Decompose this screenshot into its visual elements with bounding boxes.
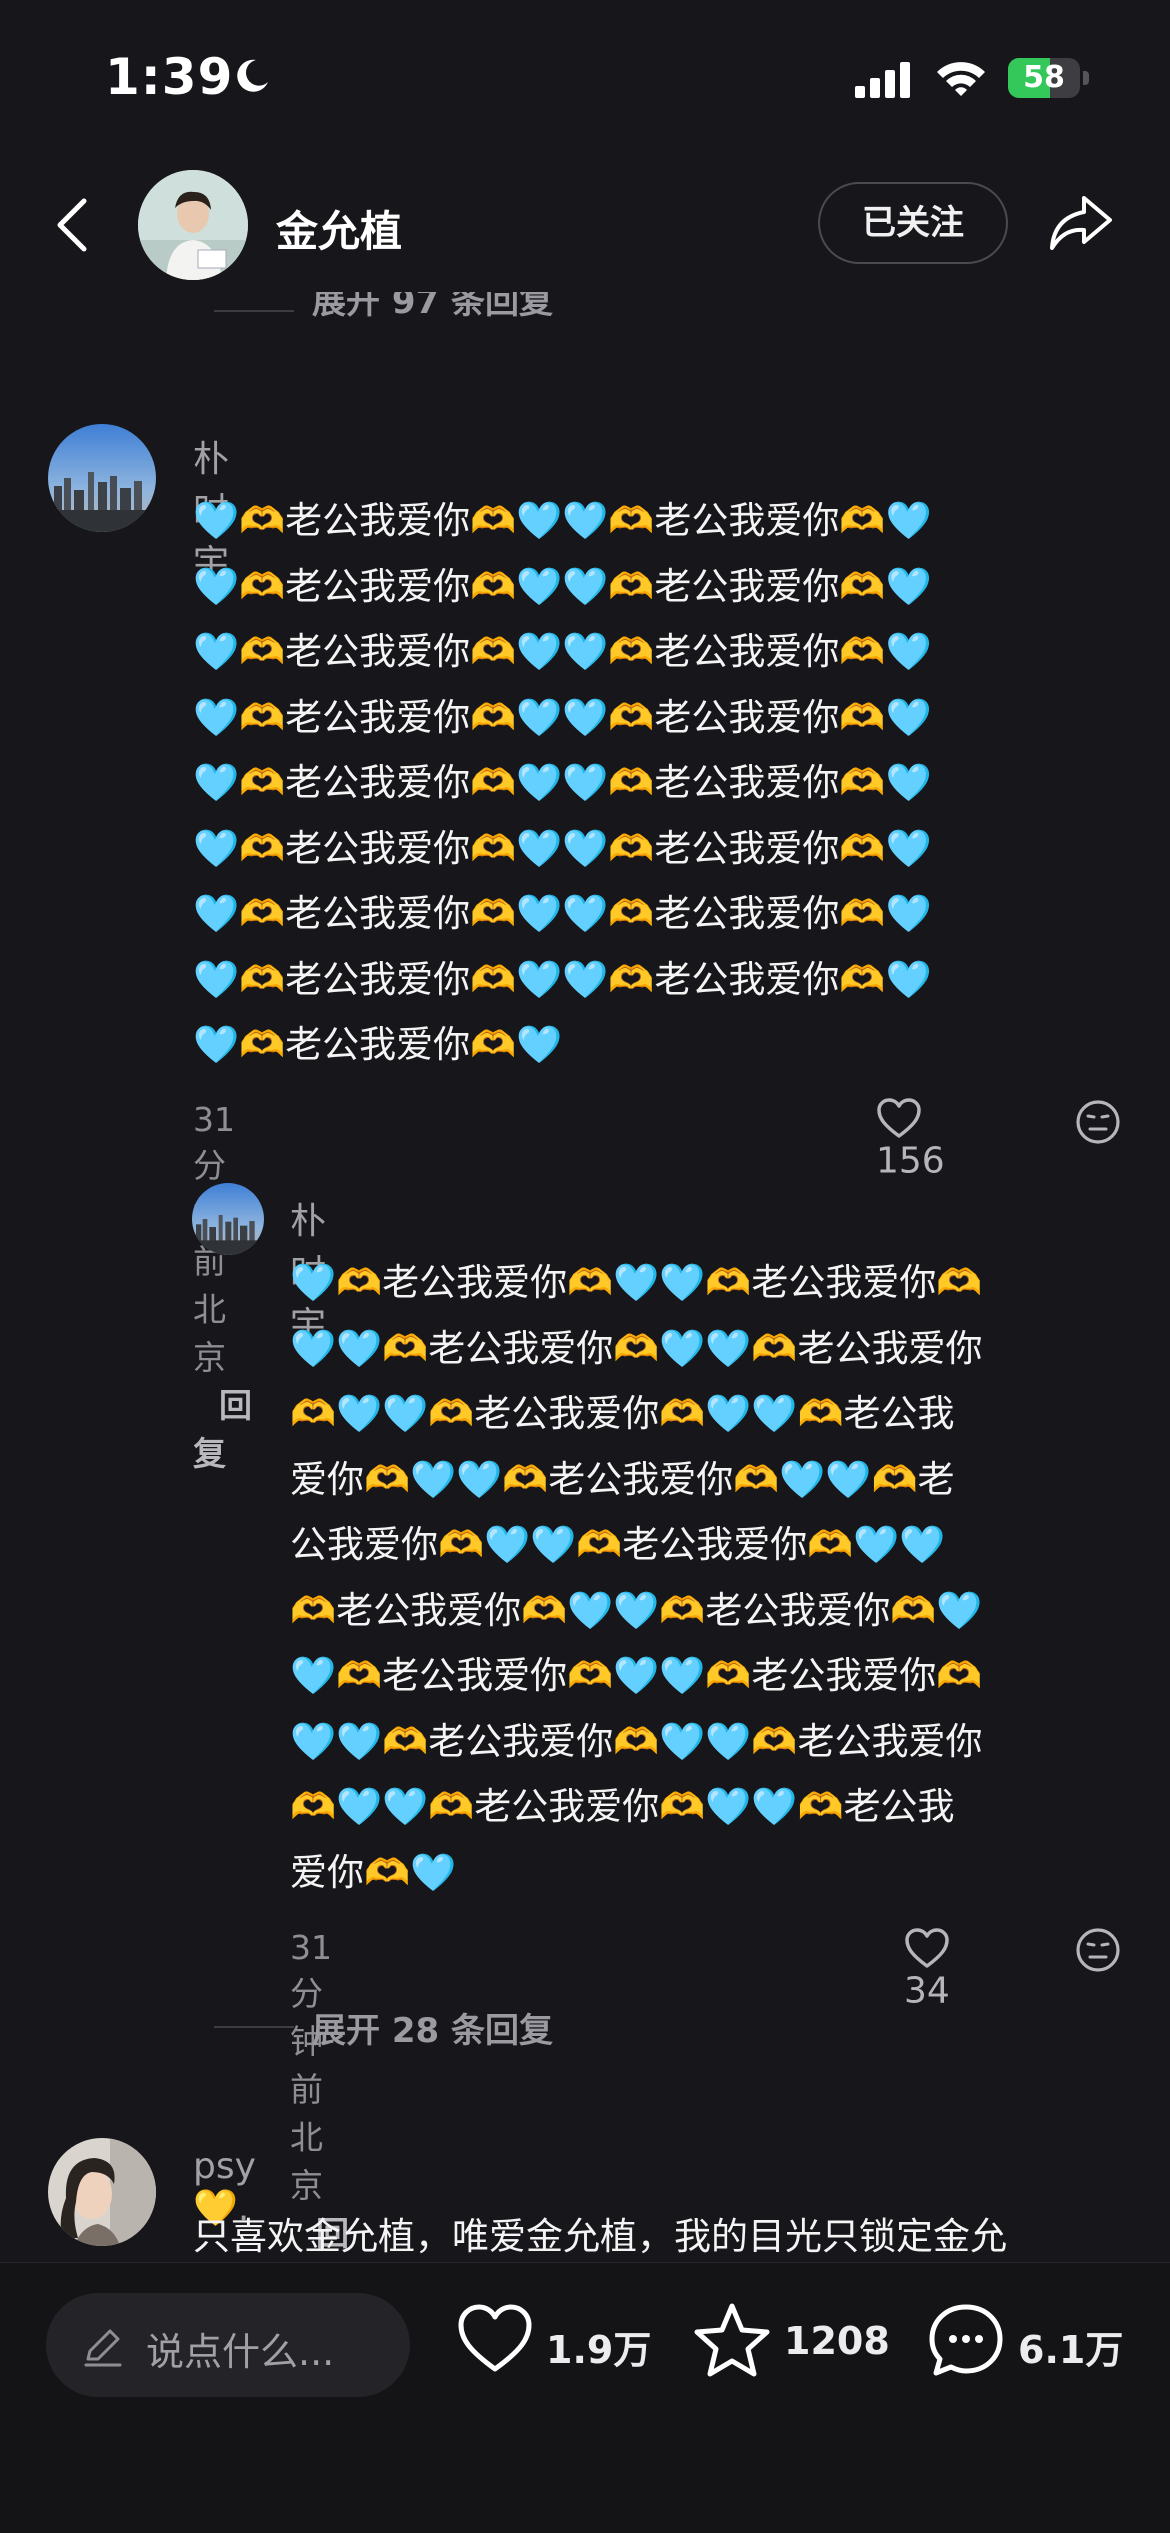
heart-icon bbox=[877, 1098, 921, 1138]
reply-button[interactable]: 回复 bbox=[193, 1386, 252, 1473]
share-icon[interactable] bbox=[1046, 192, 1116, 254]
comment-time-location: 31分钟前 北京 bbox=[290, 1928, 332, 2205]
comment-input[interactable]: 说点什么... bbox=[46, 2293, 410, 2397]
comment-line: 🩵🫶老公我爱你🫶🩵🩵🫶老公我爱你🫶🩵 bbox=[193, 826, 932, 870]
profile-name[interactable]: 金允植 bbox=[276, 198, 402, 259]
post-like-count: 1.9万 bbox=[546, 2328, 652, 2372]
following-button[interactable]: 已关注 bbox=[818, 182, 1008, 264]
comment-line: 爱你🫶🩵 bbox=[290, 1850, 457, 1894]
comment-line: 🩵🩵🫶老公我爱你🫶🩵🩵🫶老公我爱你 bbox=[290, 1719, 983, 1763]
comment-line: 🩵🫶老公我爱你🫶🩵 bbox=[193, 1023, 563, 1066]
comment-line: 🩵🫶老公我爱你🫶🩵🩵🫶老公我爱你🫶🩵 bbox=[193, 630, 932, 673]
comment-bubble-icon bbox=[929, 2304, 1003, 2376]
comment-line: 🩵🫶老公我爱你🫶🩵🩵🫶老公我爱你🫶🩵 bbox=[193, 957, 932, 1001]
back-icon[interactable] bbox=[50, 195, 96, 255]
comment-line: 🩵🫶老公我爱你🫶🩵🩵🫶老公我爱你🫶🩵 bbox=[193, 892, 932, 935]
comment-count: 6.1万 bbox=[1018, 2328, 1124, 2372]
favorite-count: 1208 bbox=[784, 2319, 890, 2363]
comment-text: 只喜欢金允植，唯爱金允植，我的目光只锁定金允 bbox=[193, 2204, 1113, 2270]
comment-text: 🩵🫶老公我爱你🫶🩵🩵🫶老公我爱你🫶🩵 🩵🫶老公我爱你🫶🩵🩵🫶老公我爱你🫶🩵 🩵🫶… bbox=[193, 488, 1113, 1078]
comment-line: 🩵🫶老公我爱你🫶🩵🩵🫶老公我爱你🫶 bbox=[290, 1654, 983, 1697]
status-time: 1:39 bbox=[105, 48, 234, 106]
wifi-icon bbox=[937, 62, 985, 96]
comment-line: 爱你🫶🩵🩵🫶老公我爱你🫶🩵🩵🫶老 bbox=[290, 1457, 955, 1501]
comment-line: 🩵🫶老公我爱你🫶🩵🩵🫶老公我爱你🫶🩵 bbox=[193, 564, 932, 608]
expand-replies-top[interactable]: 展开 97 条回复 bbox=[0, 292, 1170, 332]
comment-line: 🫶🩵🩵🫶老公我爱你🫶🩵🩵🫶老公我 bbox=[290, 1392, 955, 1435]
bottom-action-bar: 说点什么... 1.9万 1208 6.1万 bbox=[0, 2262, 1170, 2533]
star-icon bbox=[694, 2303, 770, 2377]
comments-button[interactable]: 6.1万 bbox=[926, 2301, 1146, 2381]
comment-line: 🫶老公我爱你🫶🩵🩵🫶老公我爱你🫶🩵 bbox=[290, 1588, 983, 1632]
battery-indicator: 58 bbox=[1008, 58, 1090, 100]
comment-line: 🩵🫶老公我爱你🫶🩵🩵🫶老公我爱你🫶🩵 bbox=[193, 499, 932, 542]
like-post-button[interactable]: 1.9万 bbox=[456, 2301, 656, 2381]
cellular-signal-icon bbox=[855, 62, 910, 98]
comment-line: 公我爱你🫶🩵🩵🫶老公我爱你🫶🩵🩵 bbox=[290, 1523, 946, 1566]
comment-line: 🫶🩵🩵🫶老公我爱你🫶🩵🩵🫶老公我 bbox=[290, 1785, 955, 1828]
avatar[interactable] bbox=[192, 1183, 264, 1255]
comment-line: 🩵🫶老公我爱你🫶🩵🩵🫶老公我爱你🫶 bbox=[290, 1261, 983, 1304]
pencil-icon bbox=[84, 2329, 122, 2367]
heart-icon bbox=[905, 1928, 949, 1968]
like-button[interactable]: 34 bbox=[904, 1926, 960, 2012]
like-button[interactable]: 156 bbox=[876, 1096, 945, 1182]
expand-replies[interactable]: 展开 28 条回复 bbox=[0, 2003, 1170, 2053]
comment-line: 只喜欢金允植，唯爱金允植，我的目光只锁定金允 bbox=[193, 2215, 1007, 2258]
avatar[interactable] bbox=[138, 170, 248, 280]
input-placeholder: 说点什么... bbox=[146, 2330, 335, 2374]
profile-header: 金允植 已关注 bbox=[0, 150, 1170, 300]
comment-line: 🩵🫶老公我爱你🫶🩵🩵🫶老公我爱你🫶🩵 bbox=[193, 761, 932, 804]
avatar[interactable] bbox=[48, 424, 156, 532]
dislike-face-icon[interactable] bbox=[1075, 1927, 1121, 1973]
avatar[interactable] bbox=[48, 2138, 156, 2246]
comment-meta: 31分钟前 北京回复 bbox=[193, 1100, 252, 1475]
comment-line: 🩵🩵🫶老公我爱你🫶🩵🩵🫶老公我爱你 bbox=[290, 1326, 983, 1370]
dislike-face-icon[interactable] bbox=[1075, 1099, 1121, 1145]
comment-line: 🩵🫶老公我爱你🫶🩵🩵🫶老公我爱你🫶🩵 bbox=[193, 695, 932, 739]
comment-text: 🩵🫶老公我爱你🫶🩵🩵🫶老公我爱你🫶 🩵🩵🫶老公我爱你🫶🩵🩵🫶老公我爱你 🫶🩵🩵🫶… bbox=[290, 1250, 1130, 1905]
like-count: 156 bbox=[876, 1140, 945, 1182]
battery-level: 58 bbox=[1023, 60, 1065, 95]
heart-icon bbox=[458, 2304, 532, 2372]
moon-icon bbox=[237, 59, 268, 92]
favorite-button[interactable]: 1208 bbox=[692, 2301, 892, 2381]
status-bar: 1:39 58 bbox=[0, 0, 1170, 150]
